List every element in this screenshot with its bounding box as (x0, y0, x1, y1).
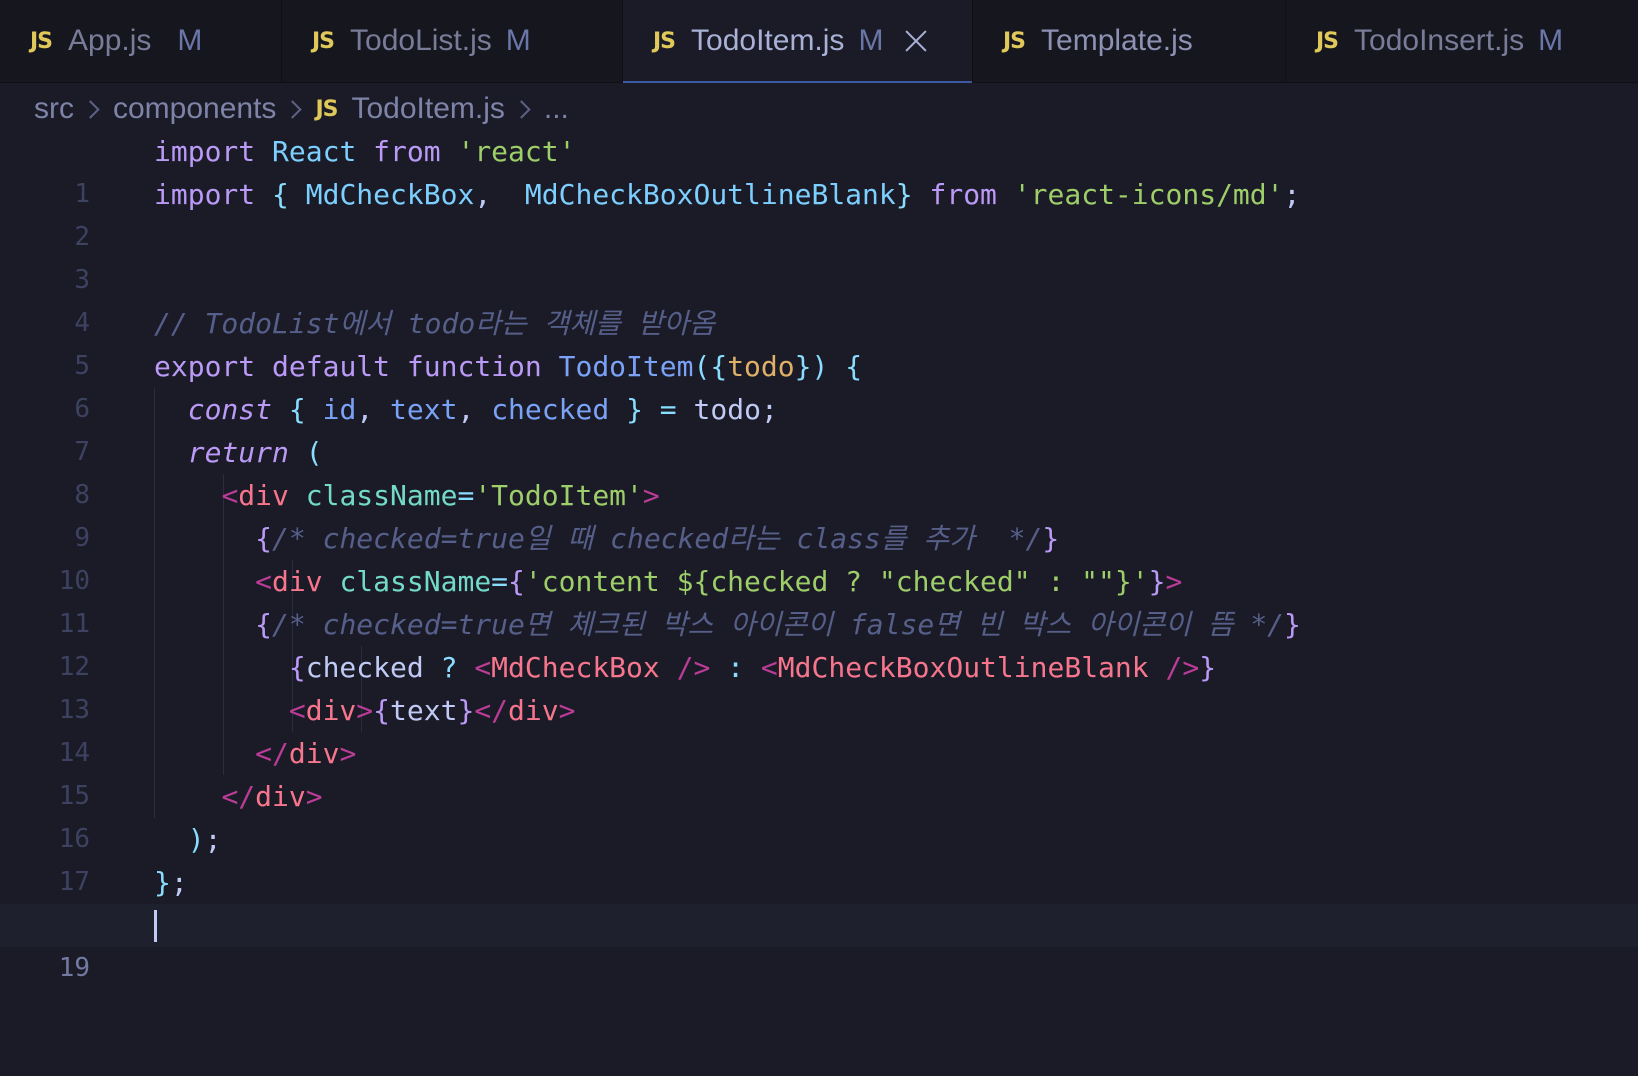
code-comment: /* checked=true일 때 checked라는 class를 추가 *… (272, 522, 1043, 555)
js-file-icon: JS (315, 96, 338, 122)
js-file-icon: JS (312, 28, 335, 54)
breadcrumb-item-components[interactable]: components (113, 92, 276, 126)
js-file-icon: JS (1316, 28, 1339, 54)
text-cursor (154, 910, 157, 942)
code-line: 1 import React from 'react' (0, 130, 1638, 209)
current-line: 19 (0, 904, 1638, 983)
code-line: 8 return ( (0, 431, 1638, 510)
chevron-right-icon (512, 99, 531, 119)
modified-indicator: M (177, 24, 203, 57)
code-line: 4 (0, 259, 1638, 338)
line-number: 19 (58, 953, 90, 983)
code-line: 2 import { MdCheckBox, MdCheckBoxOutline… (0, 173, 1638, 252)
string-literal: 'react' (457, 135, 576, 168)
tab-app-js[interactable]: JS App.js M (0, 0, 282, 82)
code-line: 16 </div> (0, 775, 1638, 854)
code-line: 7 const { id, text, checked } = todo; (0, 388, 1638, 467)
tab-label: App.js (68, 24, 152, 57)
tab-template-js[interactable]: JS Template.js (973, 0, 1286, 82)
breadcrumb-item-file[interactable]: TodoItem.js (351, 92, 504, 126)
breadcrumb: src components JS TodoItem.js ... (0, 83, 1638, 135)
code-line: 3 (0, 216, 1638, 295)
tab-todolist-js[interactable]: JS TodoList.js M (282, 0, 623, 82)
code-line: 6 export default function TodoItem({todo… (0, 345, 1638, 424)
tab-label: TodoItem.js (691, 24, 845, 57)
code-line: 17 ); (0, 818, 1638, 897)
tab-todoitem-js[interactable]: JS TodoItem.js M (623, 0, 973, 83)
code-line: 18 }; (0, 861, 1638, 940)
keyword: import (154, 135, 256, 168)
code-editor[interactable]: 1 import React from 'react' 2 import { M… (0, 130, 1638, 983)
tab-label: Template.js (1041, 24, 1193, 57)
tab-todoinsert-js[interactable]: JS TodoInsert.js M (1286, 0, 1638, 82)
tab-label: TodoInsert.js (1354, 24, 1525, 57)
modified-indicator: M (1538, 24, 1564, 57)
code-line: 10 {/* checked=true일 때 checked라는 class를 … (0, 517, 1638, 596)
js-file-icon: JS (1003, 28, 1026, 54)
breadcrumb-item-src[interactable]: src (34, 92, 74, 126)
code-line: 15 </div> (0, 732, 1638, 811)
breadcrumb-item-more[interactable]: ... (544, 92, 569, 126)
close-icon[interactable] (903, 28, 929, 54)
identifier: React (272, 135, 357, 168)
code-line: 13 {checked ? <MdCheckBox /> : <MdCheckB… (0, 646, 1638, 725)
code-line: 11 <div className={'content ${checked ? … (0, 560, 1638, 639)
editor-tab-bar: JS App.js M JS TodoList.js M JS TodoItem… (0, 0, 1638, 83)
js-file-icon: JS (30, 28, 53, 54)
code-comment: // TodoList에서 todo라는 객체를 받아옴 (154, 307, 716, 340)
code-line: 14 <div>{text}</div> (0, 689, 1638, 768)
chevron-right-icon (283, 99, 303, 119)
code-comment: /* checked=true면 체크된 박스 아이콘이 false면 빈 박스… (272, 608, 1285, 641)
modified-indicator: M (505, 24, 531, 57)
modified-indicator: M (858, 24, 884, 57)
keyword: from (373, 135, 441, 168)
chevron-right-icon (81, 99, 100, 119)
tab-label: TodoList.js (350, 24, 492, 57)
code-line: 12 {/* checked=true면 체크된 박스 아이콘이 false면 … (0, 603, 1638, 682)
js-file-icon: JS (653, 28, 676, 54)
code-line: 5 // TodoList에서 todo라는 객체를 받아옴 (0, 302, 1638, 381)
code-line: 9 <div className='TodoItem'> (0, 474, 1638, 553)
